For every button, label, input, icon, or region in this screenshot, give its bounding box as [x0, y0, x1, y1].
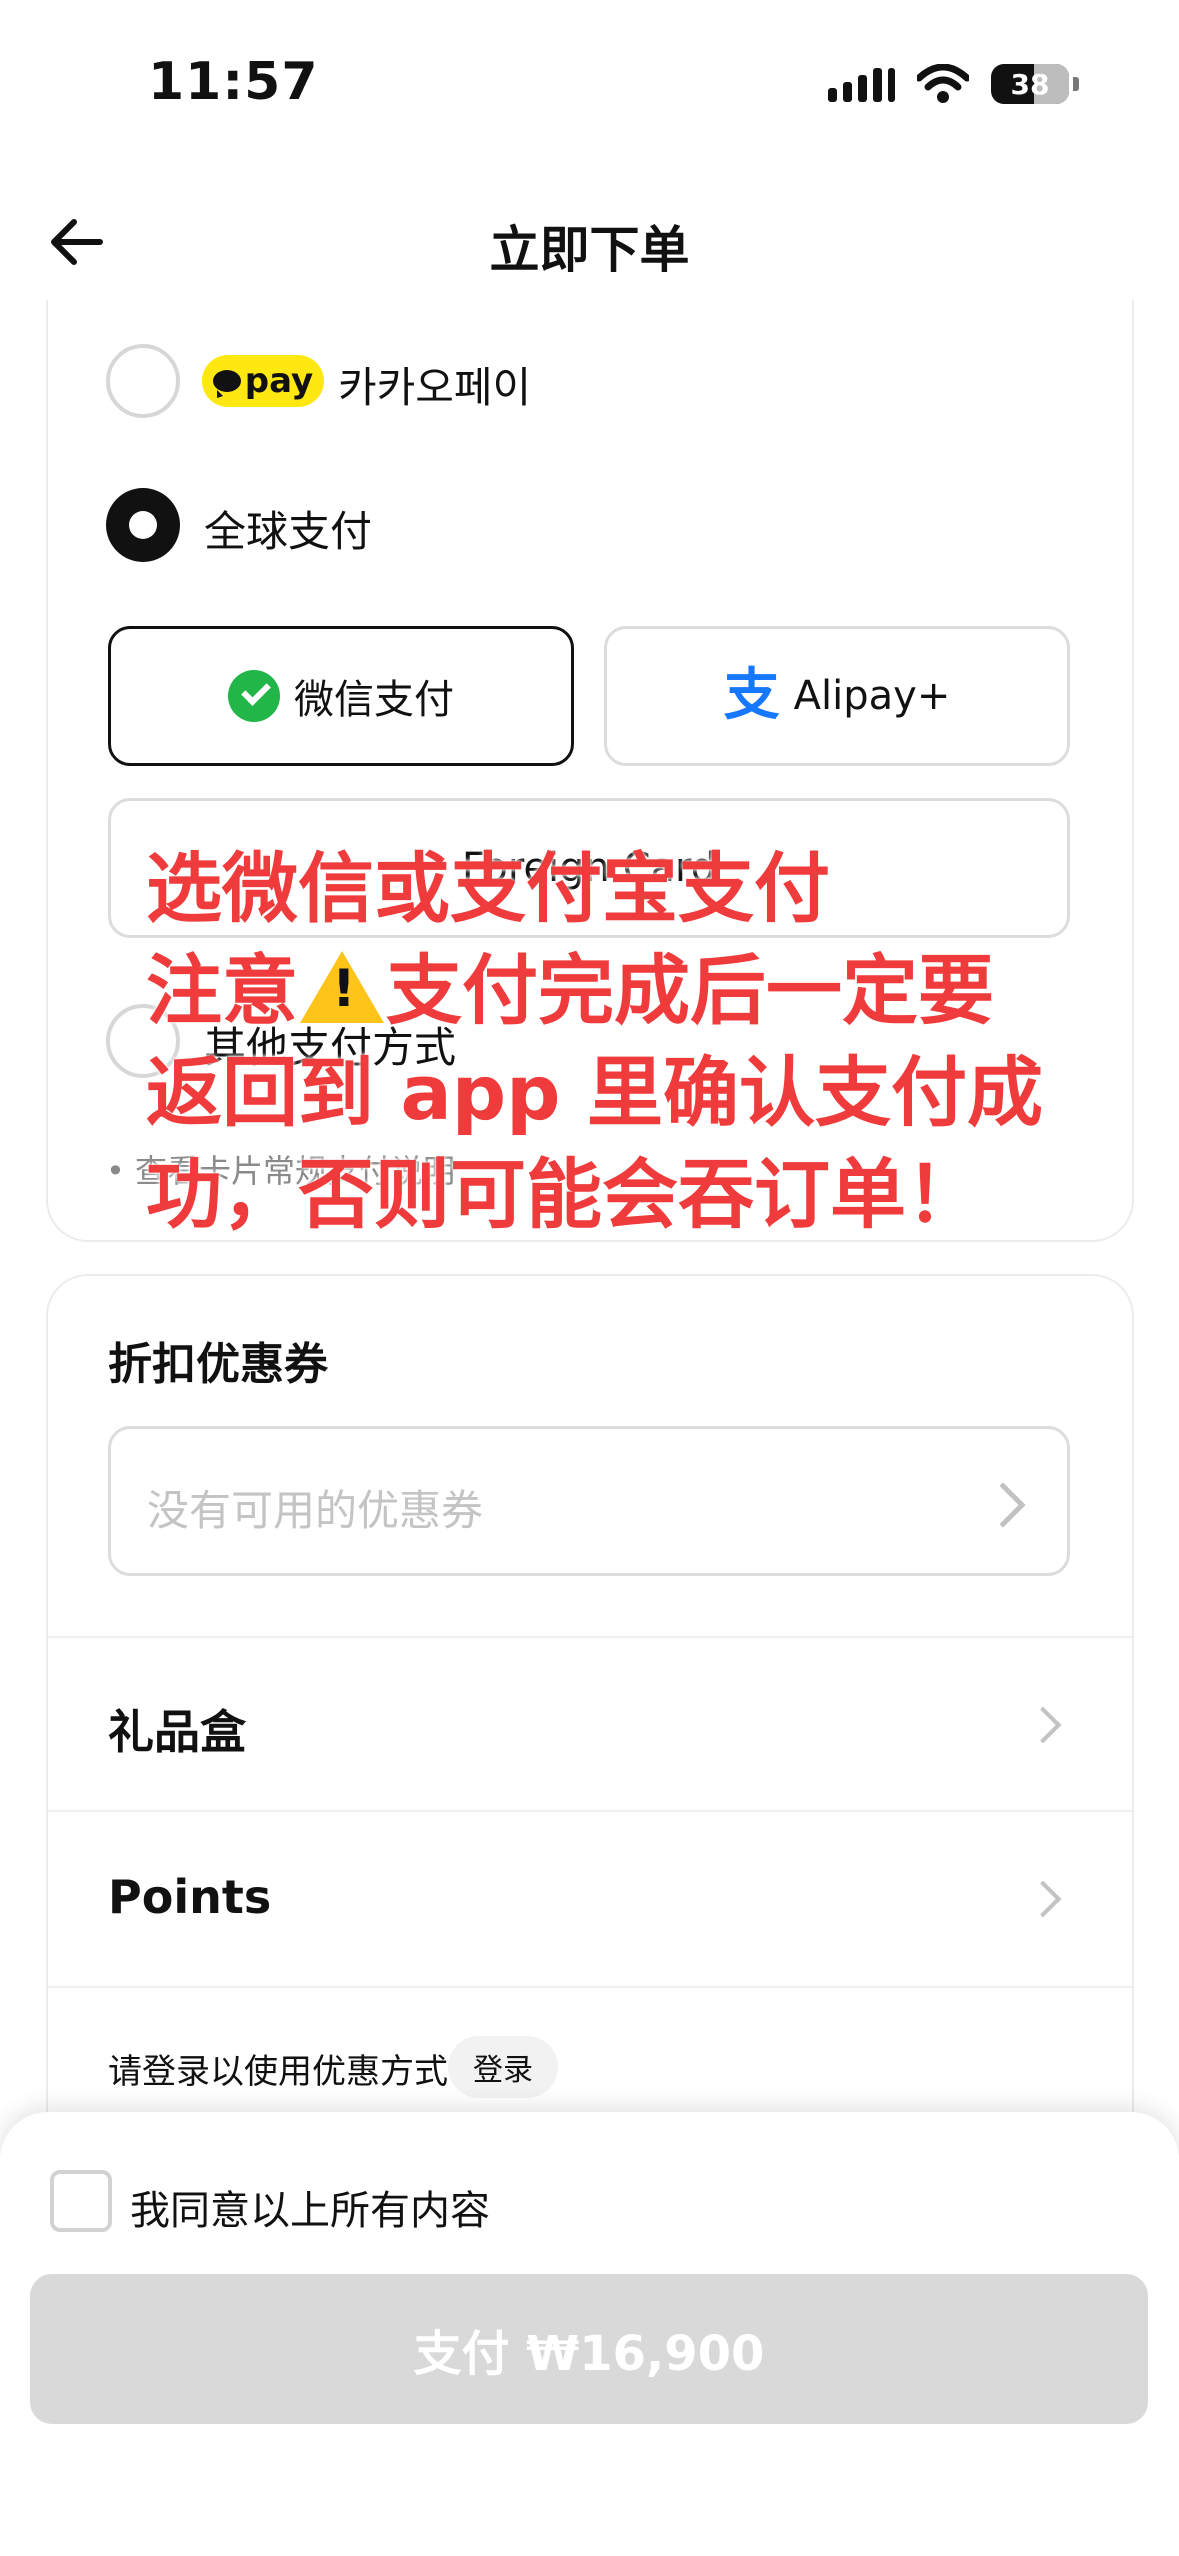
alipay-button[interactable]: 支 Alipay+ — [604, 626, 1070, 766]
wechat-icon — [228, 670, 280, 722]
page-title: 立即下单 — [489, 221, 690, 279]
speech-bubble-icon — [212, 370, 241, 398]
pay-button[interactable]: 支付 ₩16,900 — [30, 2274, 1148, 2424]
wechat-pay-label: 微信支付 — [294, 677, 454, 723]
wechat-pay-button[interactable]: 微信支付 — [108, 626, 574, 766]
kakaopay-logo: pay — [202, 355, 324, 407]
signal-icon — [828, 66, 895, 102]
battery-cap — [1073, 77, 1079, 91]
agree-label[interactable]: 我同意以上所有内容 — [130, 2178, 490, 2236]
coupon-placeholder: 没有可用的优惠券 — [147, 1486, 484, 1535]
warning-overlay: 选微信或支付宝支付 注意支付完成后一定要 返回到 app 里确认支付成 功，否则… — [146, 838, 1066, 1246]
alipay-icon: 支 — [723, 663, 780, 728]
divider — [48, 1986, 1132, 1988]
warning-line-2-start: 注意 — [146, 946, 298, 1035]
chevron-right-icon — [980, 1482, 1026, 1528]
gift-box-row[interactable]: 礼品盒 — [108, 1696, 246, 1762]
status-icons: 38 — [828, 64, 1079, 104]
agree-checkbox[interactable] — [50, 2170, 112, 2232]
login-prompt: 请登录以使用优惠方式 — [108, 2052, 448, 2092]
kakaopay-label: 카카오페이 — [338, 363, 532, 412]
warning-sign-icon — [300, 951, 384, 1023]
coupon-section-title: 折扣优惠券 — [108, 1339, 328, 1390]
login-button[interactable]: 登录 — [448, 2036, 558, 2098]
global-pay-label: 全球支付 — [204, 507, 373, 556]
points-row[interactable]: Points — [108, 1870, 271, 1924]
battery-level: 38 — [1010, 67, 1050, 101]
status-time: 11:57 — [148, 52, 319, 112]
radio-kakaopay[interactable] — [106, 344, 180, 418]
wifi-icon — [917, 64, 969, 103]
radio-global-pay[interactable] — [106, 488, 180, 562]
warning-line-1: 选微信或支付宝支付 — [146, 844, 830, 933]
battery-icon: 38 — [991, 64, 1069, 104]
warning-line-2: 注意支付完成后一定要 — [146, 940, 1066, 1042]
warning-line-3: 返回到 app 里确认支付成 — [146, 1048, 1044, 1137]
coupon-select[interactable]: 没有可用的优惠券 — [108, 1426, 1070, 1576]
kakaopay-badge-text: pay — [244, 361, 314, 401]
divider — [48, 1810, 1132, 1812]
warning-line-4: 功，否则可能会吞订单！ — [146, 1150, 982, 1239]
alipay-label: Alipay+ — [793, 673, 951, 719]
warning-line-2-end: 支付完成后一定要 — [386, 946, 994, 1035]
divider — [48, 1636, 1132, 1638]
